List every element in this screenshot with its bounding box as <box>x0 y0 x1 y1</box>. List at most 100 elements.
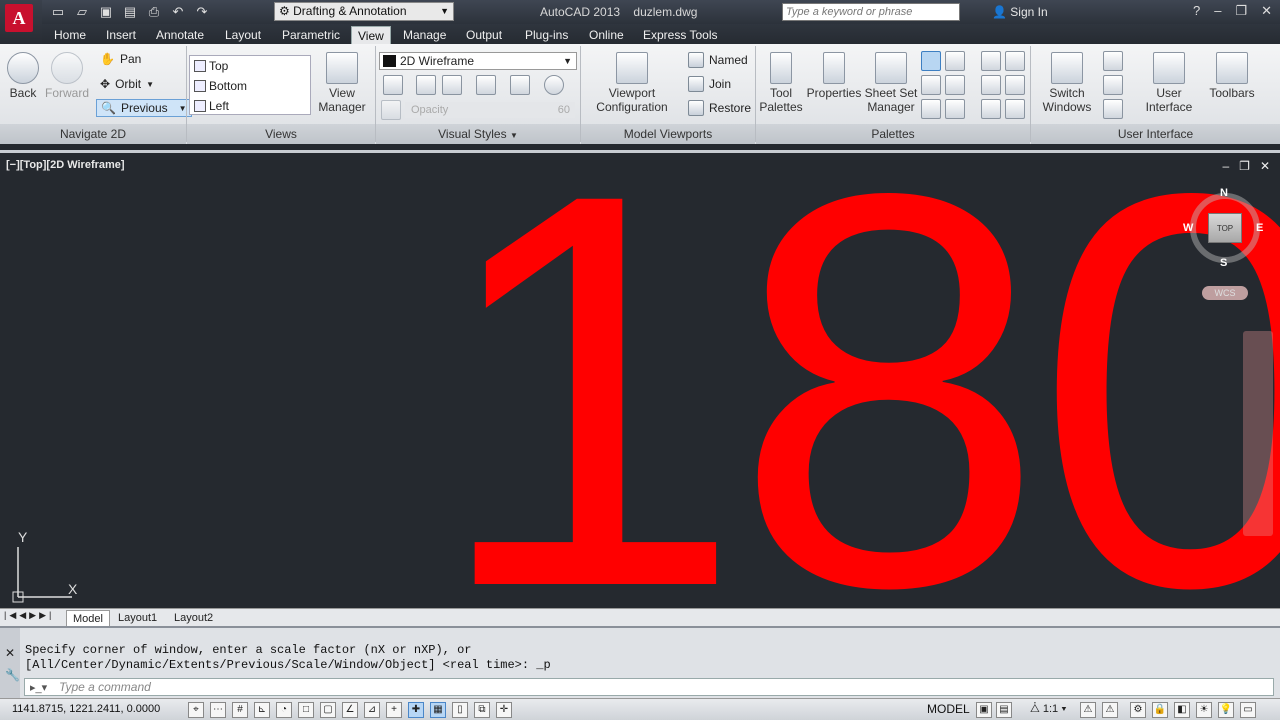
view-item-bottom[interactable]: Bottom <box>190 76 310 96</box>
annotation-visibility-icon[interactable]: ⚠ <box>1080 702 1096 718</box>
lineweight-icon[interactable]: ✚ <box>408 702 424 718</box>
hardware-acceleration-icon[interactable]: ◧ <box>1174 702 1190 718</box>
view-item-top[interactable]: Top <box>190 56 310 76</box>
back-button[interactable]: Back <box>6 52 40 100</box>
sign-in-button[interactable]: 👤 Sign In <box>992 5 1048 19</box>
coordinate-readout[interactable]: 1141.8715, 1221.2411, 0.0000 <box>12 703 160 715</box>
visual-style-1-icon[interactable] <box>383 75 403 95</box>
application-menu-button[interactable]: A <box>0 0 42 44</box>
palette-tool-3-icon[interactable] <box>921 75 941 95</box>
annotation-monitor-icon[interactable]: ✛ <box>496 702 512 718</box>
save-icon[interactable]: ▣ <box>96 2 116 22</box>
workspace-switching-icon[interactable]: ⚙ <box>1130 702 1146 718</box>
3d-object-snap-icon[interactable]: ▢ <box>320 702 336 718</box>
tab-output[interactable]: Output <box>460 26 508 44</box>
tab-annotate[interactable]: Annotate <box>150 26 210 44</box>
visual-style-3-icon[interactable] <box>442 75 462 95</box>
pan-button[interactable]: ✋ Pan <box>100 52 141 66</box>
search-input[interactable]: Type a keyword or phrase <box>782 3 960 21</box>
sheet-set-manager-button[interactable]: Sheet Set Manager <box>864 52 918 114</box>
palette-tool-8-icon[interactable] <box>1005 51 1025 71</box>
navigation-bar[interactable] <box>1243 331 1273 536</box>
cascade-icon[interactable] <box>1103 99 1123 119</box>
visual-style-6-icon[interactable] <box>544 75 564 95</box>
tab-express-tools[interactable]: Express Tools <box>637 26 723 44</box>
palette-tool-11-icon[interactable] <box>981 99 1001 119</box>
palette-tool-7-icon[interactable] <box>981 51 1001 71</box>
ortho-mode-icon[interactable]: ⊾ <box>254 702 270 718</box>
palette-tool-2-icon[interactable] <box>945 51 965 71</box>
infer-constraints-icon[interactable]: ⌖ <box>188 702 204 718</box>
tab-parametric[interactable]: Parametric <box>276 26 346 44</box>
close-icon[interactable]: ✕ <box>5 646 15 660</box>
redo-icon[interactable]: ↷ <box>192 2 212 22</box>
tile-vertical-icon[interactable] <box>1103 75 1123 95</box>
quick-view-drawings-icon[interactable]: ▤ <box>996 702 1012 718</box>
polar-tracking-icon[interactable]: ◔ <box>276 702 292 718</box>
visual-style-dropdown[interactable]: 2D Wireframe ▼ <box>379 52 577 70</box>
close-icon[interactable]: ✕ <box>1261 3 1272 19</box>
tab-scroll-arrows-icon[interactable]: |◀◀▶▶| <box>4 610 54 621</box>
tab-online[interactable]: Online <box>583 26 630 44</box>
annotation-scale-dropdown[interactable]: ⧊ 1:1 ▾ <box>1030 703 1067 716</box>
model-space-toggle[interactable]: MODEL <box>927 702 970 716</box>
undo-icon[interactable]: ↶ <box>168 2 188 22</box>
view-item-left[interactable]: Left <box>190 96 310 116</box>
compass-north[interactable]: N <box>1220 187 1228 199</box>
transparency-icon[interactable]: ▦ <box>430 702 446 718</box>
join-viewports-button[interactable]: Join <box>688 76 731 92</box>
views-list[interactable]: Top Bottom Left <box>189 55 311 115</box>
restore-icon[interactable]: ❐ <box>1235 3 1247 19</box>
tile-horizontal-icon[interactable] <box>1103 51 1123 71</box>
visual-style-4-icon[interactable] <box>476 75 496 95</box>
auto-scale-icon[interactable]: ⚠ <box>1102 702 1118 718</box>
previous-button[interactable]: 🔍 Previous ▼ <box>96 99 192 117</box>
restore-viewports-button[interactable]: Restore <box>688 100 751 116</box>
user-interface-button[interactable]: User Interface <box>1140 52 1198 114</box>
grid-display-icon[interactable]: # <box>232 702 248 718</box>
tool-palettes-button[interactable]: Tool Palettes <box>758 52 804 114</box>
wcs-menu[interactable]: WCS <box>1202 286 1248 300</box>
tab-home[interactable]: Home <box>48 26 92 44</box>
minimize-icon[interactable]: – <box>1214 3 1221 19</box>
palette-tool-10-icon[interactable] <box>1005 75 1025 95</box>
command-prompt-icon[interactable]: ▸_▾ <box>30 681 47 694</box>
clean-screen-icon[interactable]: ▭ <box>1240 702 1256 718</box>
palette-tool-5-icon[interactable] <box>921 99 941 119</box>
object-snap-tracking-icon[interactable]: ∠ <box>342 702 358 718</box>
tab-layout2[interactable]: Layout2 <box>168 610 219 626</box>
dynamic-input-icon[interactable]: + <box>386 702 402 718</box>
tab-insert[interactable]: Insert <box>100 26 142 44</box>
palette-tool-6-icon[interactable] <box>945 99 965 119</box>
wrench-icon[interactable]: 🔧 <box>5 668 20 682</box>
open-file-icon[interactable]: ▱ <box>72 2 92 22</box>
view-manager-button[interactable]: View Manager <box>316 52 368 114</box>
quick-properties-icon[interactable]: ▯ <box>452 702 468 718</box>
visual-style-5-icon[interactable] <box>510 75 530 95</box>
compass-south[interactable]: S <box>1220 257 1227 269</box>
opacity-slider[interactable]: Opacity 60 <box>405 102 575 118</box>
drawing-viewport[interactable]: [−][Top][2D Wireframe] 180 – ❐ ✕ TOP N S… <box>0 150 1280 608</box>
toolbars-button[interactable]: Toolbars <box>1204 52 1260 100</box>
viewport-label[interactable]: [−][Top][2D Wireframe] <box>6 159 125 171</box>
orbit-button[interactable]: ✥ Orbit ▼ <box>100 77 154 91</box>
tab-model[interactable]: Model <box>66 610 110 627</box>
viewport-restore-icon[interactable]: ❐ <box>1239 159 1250 173</box>
help-icon[interactable]: ? <box>1193 3 1200 19</box>
viewcube[interactable]: TOP <box>1208 213 1242 243</box>
dynamic-ucs-icon[interactable]: ⊿ <box>364 702 380 718</box>
drawing-text-180[interactable]: 180 <box>432 153 1280 608</box>
palette-tool-9-icon[interactable] <box>981 75 1001 95</box>
quick-view-layouts-icon[interactable]: ▣ <box>976 702 992 718</box>
viewport-minimize-icon[interactable]: – <box>1222 159 1229 173</box>
lock-icon[interactable]: 🔒 <box>1152 702 1168 718</box>
bulb-icon[interactable]: 💡 <box>1218 702 1234 718</box>
tab-layout1[interactable]: Layout1 <box>112 610 163 626</box>
tab-manage[interactable]: Manage <box>397 26 452 44</box>
switch-windows-button[interactable]: Switch Windows <box>1038 52 1096 114</box>
new-file-icon[interactable]: ▭ <box>48 2 68 22</box>
snap-mode-icon[interactable]: ⋯ <box>210 702 226 718</box>
viewport-configuration-button[interactable]: Viewport Configuration <box>590 52 674 114</box>
palette-tool-1-icon[interactable] <box>921 51 941 71</box>
compass-west[interactable]: W <box>1183 222 1193 234</box>
